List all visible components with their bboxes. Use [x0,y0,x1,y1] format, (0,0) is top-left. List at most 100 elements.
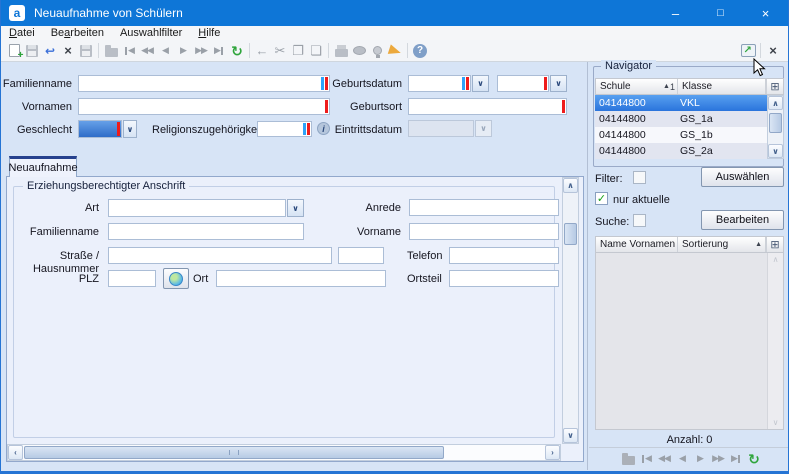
menu-datei[interactable]: Datei [1,26,43,40]
form-horizontal-scrollbar[interactable]: ‹ › [7,444,561,461]
new-record-button[interactable]: + [5,42,23,59]
preview-button[interactable] [350,42,368,59]
guardian-familienname-input[interactable] [108,223,304,240]
form-vertical-scrollbar[interactable]: ∧ ∨ [562,177,579,444]
menu-auswahlfilter[interactable]: Auswahlfilter [112,26,190,40]
save-button[interactable] [23,42,41,59]
help-button[interactable]: ? [411,42,429,59]
scroll-right-icon[interactable]: › [545,445,560,460]
bearbeiten-button[interactable]: Bearbeiten [701,210,784,230]
cut-button[interactable]: ✂ [271,42,289,59]
back-button[interactable]: ← [253,42,271,59]
filter-checkbox[interactable] [633,171,646,184]
previous-record-button[interactable]: ◀ [156,42,174,59]
nur-aktuelle-checkbox[interactable]: ✓ [595,192,608,205]
folder-button[interactable] [102,42,120,59]
menu-hilfe[interactable]: Hilfe [190,26,228,40]
navigator-scrollbar[interactable]: ∧ ∨ [767,95,784,159]
hint-button[interactable] [368,42,386,59]
detach-panel-button[interactable]: ↗ [739,42,757,59]
maximize-button[interactable]: □ [698,0,743,26]
filter-label: Filter: [595,173,623,186]
scroll-up-icon[interactable]: ∧ [563,178,578,193]
plz-input[interactable] [108,270,156,287]
info-icon[interactable]: i [317,122,330,135]
plz-lookup-button[interactable] [163,268,189,289]
suche-label: Suche: [595,216,629,229]
app-window: a Neuaufnahme von Schülern – □ × Datei B… [0,0,789,474]
familienname-input[interactable] [78,75,330,92]
column-header-klasse[interactable]: Klasse [678,79,766,94]
chevron-down-icon[interactable]: ∨ [123,120,137,138]
tab-neuaufnahme[interactable]: Neuaufnahme [9,156,77,177]
save-close-button[interactable] [77,42,95,59]
first-record-button[interactable]: ◀ [120,42,138,59]
menu-bearbeiten[interactable]: Bearbeiten [43,26,112,40]
previous-record-button[interactable]: ◀ [673,450,691,467]
scrollbar-thumb[interactable] [564,223,577,245]
geschlecht-combo[interactable]: ∨ [78,120,137,138]
table-row[interactable]: 04144800GS_1b [595,127,767,143]
last-record-button[interactable]: ▶ [210,42,228,59]
vorname-input[interactable] [409,223,559,240]
menubar: Datei Bearbeiten Auswahlfilter Hilfe [1,26,788,40]
table-row[interactable]: 04144800GS_2a [595,143,767,159]
column-chooser-icon[interactable]: ⊞ [766,237,783,252]
undo-button[interactable]: ↩ [41,42,59,59]
results-scrollbar[interactable]: ∧ ∨ [767,253,783,429]
first-record-button[interactable]: ◀ [637,450,655,467]
chevron-down-icon[interactable]: ∨ [287,199,304,217]
scroll-up-icon[interactable]: ∧ [768,96,783,110]
scrollbar-thumb[interactable] [24,446,444,459]
table-row[interactable]: 04144800VKL [595,95,767,111]
fast-backward-button[interactable]: ◀◀ [655,450,673,467]
fast-backward-button[interactable]: ◀◀ [138,42,156,59]
auswaehlen-button[interactable]: Auswählen [701,167,784,187]
religion-input[interactable] [257,121,312,137]
scroll-left-icon[interactable]: ‹ [8,445,23,460]
copy-button[interactable]: ❐ [289,42,307,59]
close-panel-button[interactable]: × [764,42,782,59]
telefon-input[interactable] [449,247,559,264]
scrollbar-thumb[interactable] [769,113,782,133]
vornamen-input[interactable] [78,98,330,115]
folder-icon [622,456,635,465]
scroll-down-icon[interactable]: ∨ [563,428,578,443]
chevron-down-icon[interactable]: ∨ [472,75,489,92]
notification-button[interactable] [386,42,404,59]
column-header-sortierung[interactable]: Sortierung ▲ [678,237,766,252]
strasse-input[interactable] [108,247,332,264]
chevron-down-icon[interactable]: ∨ [550,75,567,92]
check-icon: ✓ [597,194,606,204]
column-chooser-icon[interactable]: ⊞ [766,79,783,94]
scroll-down-icon[interactable]: ∨ [768,144,783,158]
last-record-button[interactable]: ▶ [727,450,745,467]
next-record-button[interactable]: ▶ [174,42,192,59]
column-header-schule[interactable]: Schule ▲ 1 [596,79,678,94]
fast-forward-button[interactable]: ▶▶ [709,450,727,467]
paste-button[interactable]: ❏ [307,42,325,59]
print-button[interactable] [332,42,350,59]
geburtsdatum-year-combo[interactable]: ∨ [497,75,567,92]
delete-button[interactable]: × [59,42,77,59]
focus-marker [321,77,324,90]
ort-input[interactable] [216,270,386,287]
suche-checkbox[interactable] [633,214,646,227]
folder-button[interactable] [619,450,637,467]
geburtsort-input[interactable] [408,98,567,115]
table-row[interactable]: 04144800GS_1a [595,111,767,127]
refresh-button[interactable]: ↻ [228,42,246,59]
anrede-input[interactable] [409,199,559,216]
save-close-icon [80,45,92,57]
column-header-name-vornamen[interactable]: Name Vornamen [596,237,678,252]
close-button[interactable]: × [743,0,788,26]
geburtsdatum-combo[interactable]: ∨ [408,75,489,92]
last-record-icon: ▶ [731,454,737,463]
hausnummer-input[interactable] [338,247,384,264]
next-record-button[interactable]: ▶ [691,450,709,467]
refresh-button[interactable]: ↻ [745,450,763,467]
ortsteil-input[interactable] [449,270,559,287]
minimize-button[interactable]: – [653,0,698,26]
art-combo[interactable]: ∨ [108,199,304,217]
fast-forward-button[interactable]: ▶▶ [192,42,210,59]
